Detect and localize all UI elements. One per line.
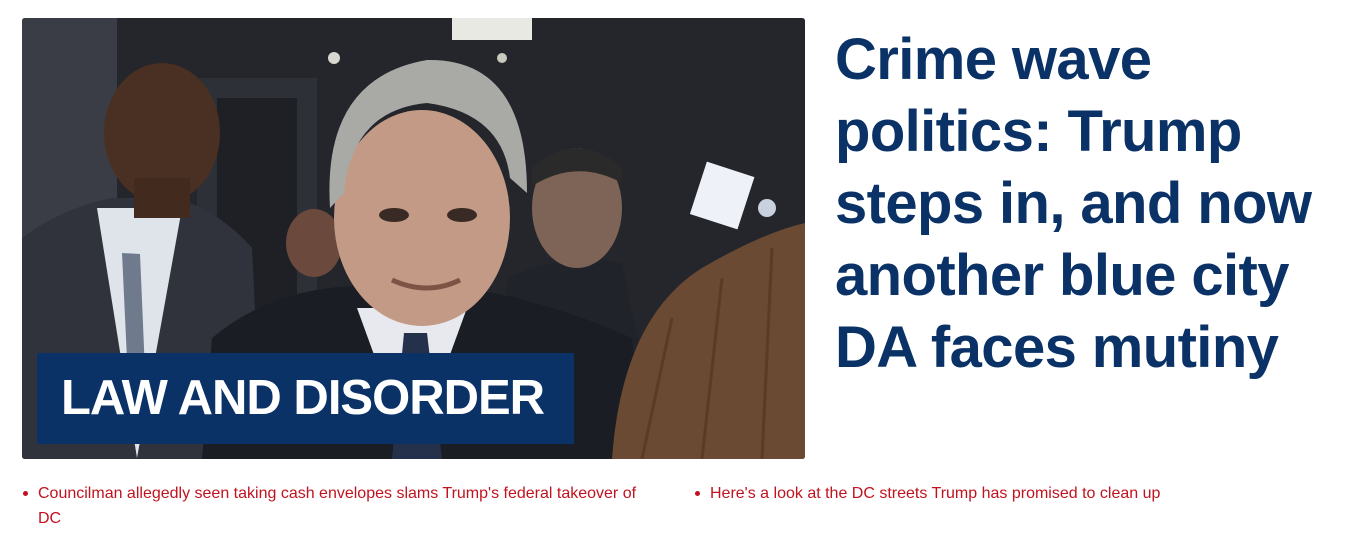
bullet-icon [695,491,700,496]
list-item: Here's a look at the DC streets Trump ha… [694,481,1334,506]
headline-link[interactable]: Crime wave politics: Trump steps in, and… [835,24,1325,384]
featured-story: LAW AND DISORDER Crime wave politics: Tr… [0,0,1347,553]
related-links-right: Here's a look at the DC streets Trump ha… [694,481,1334,506]
bullet-icon [23,491,28,496]
related-link-councilman[interactable]: Councilman allegedly seen taking cash en… [38,485,636,527]
list-item: Councilman allegedly seen taking cash en… [22,481,642,531]
kicker-text: LAW AND DISORDER [61,371,545,425]
kicker-label[interactable]: LAW AND DISORDER [37,353,574,444]
related-links-left: Councilman allegedly seen taking cash en… [22,481,642,531]
related-link-dc-streets[interactable]: Here's a look at the DC streets Trump ha… [710,485,1160,502]
